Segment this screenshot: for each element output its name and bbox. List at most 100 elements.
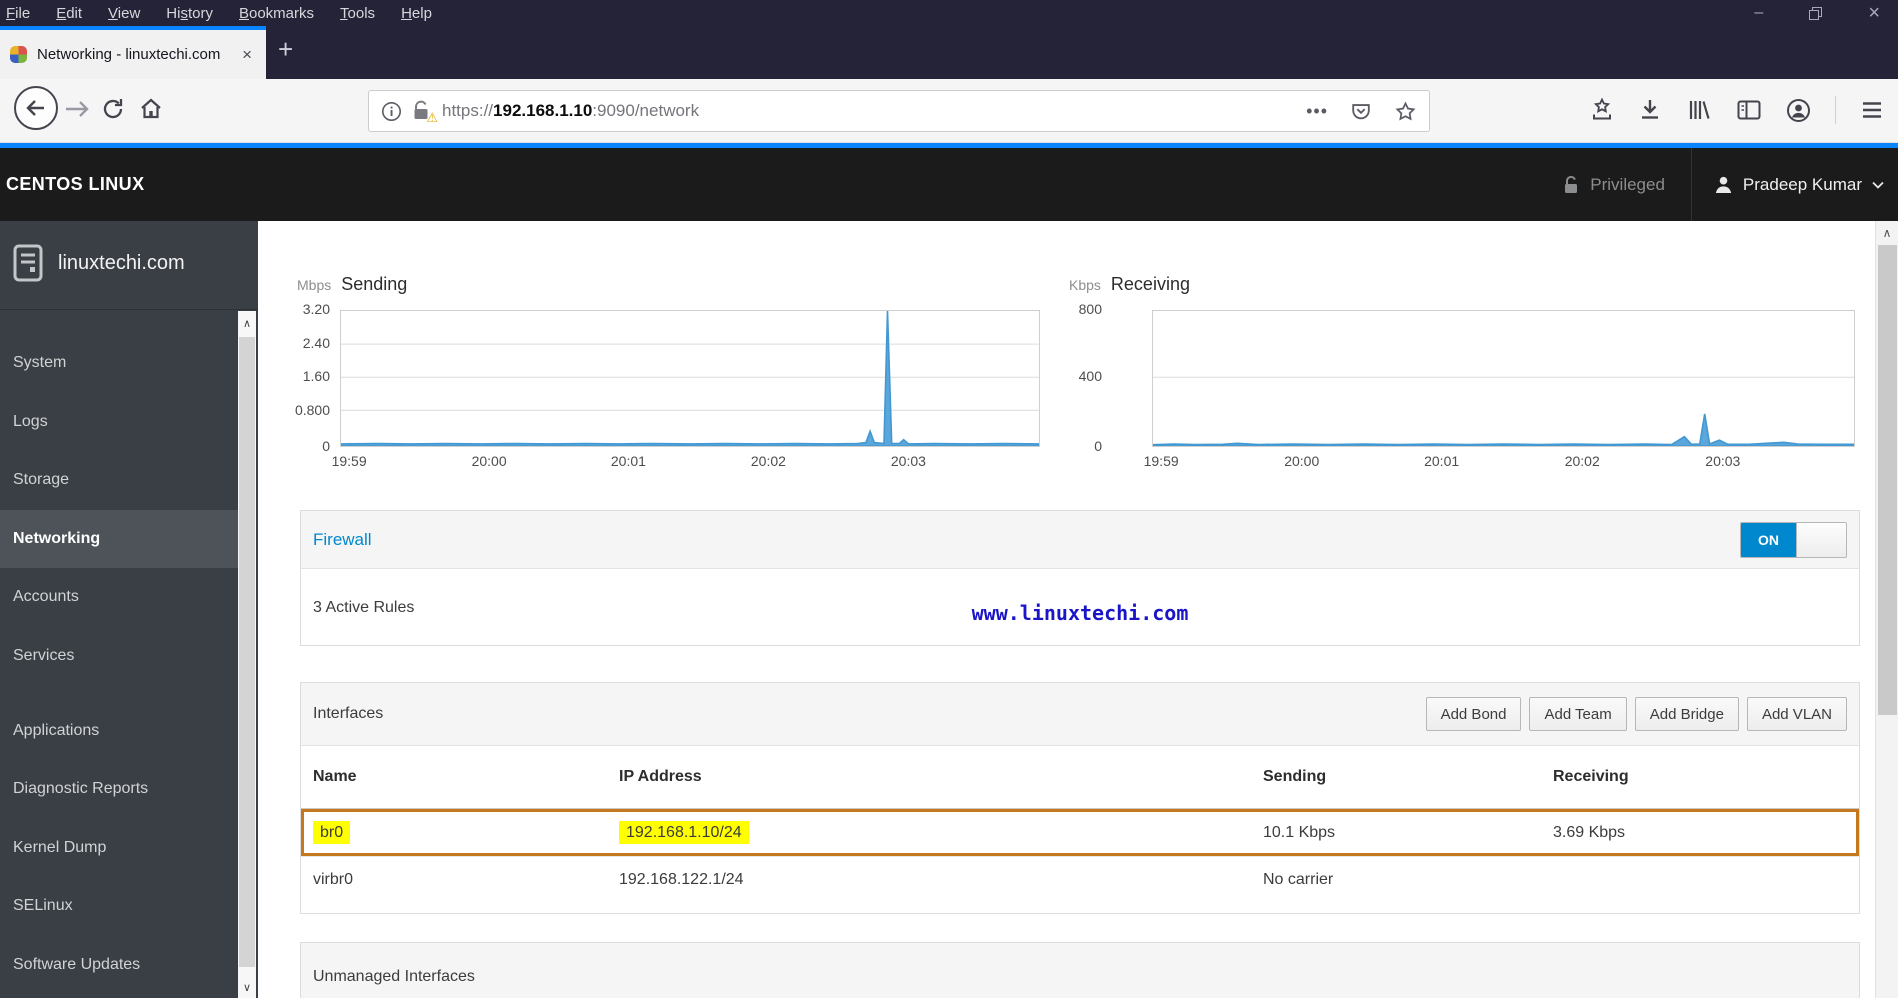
back-button[interactable] (14, 86, 58, 130)
site-watermark: www.linuxtechi.com (971, 601, 1189, 625)
sidebar-item-networking[interactable]: Networking (0, 510, 238, 568)
menu-tools[interactable]: Tools (340, 5, 375, 22)
menu-edit[interactable]: Edit (56, 5, 82, 22)
window-controls: – × (1754, 3, 1898, 23)
insecure-lock-icon[interactable]: ⚠ (412, 100, 438, 126)
col-ip-address: IP Address (619, 768, 702, 785)
browser-tab-networking[interactable]: Networking - linuxtechi.com × (0, 26, 266, 79)
br0-sending: 10.1 Kbps (1263, 823, 1336, 841)
br0-ip-highlighted: 192.168.1.10/24 (619, 820, 749, 844)
cockpit-header: CENTOS LINUX Privileged Pradeep Kumar (0, 148, 1898, 221)
unmanaged-interfaces-card: Unmanaged Interfaces (300, 942, 1860, 998)
sidebar-scrollbar[interactable]: ∧ ∨ (238, 311, 256, 998)
col-name: Name (313, 768, 357, 785)
interfaces-table-header: Name IP Address Sending Receiving (301, 746, 1859, 809)
home-button[interactable] (138, 96, 164, 122)
account-icon[interactable] (1786, 98, 1811, 123)
network-page: Mbps Sending 3.20 2.40 1.60 0.800 0 19:59 20:… (258, 221, 1875, 998)
sidebar: linuxtechi.com System Logs Storage Netwo… (0, 221, 258, 998)
scroll-up-icon[interactable]: ∧ (238, 317, 256, 330)
sending-chart-title: Mbps Sending (297, 274, 408, 294)
menu-help[interactable]: Help (401, 5, 432, 22)
firewall-link[interactable]: Firewall (313, 530, 372, 550)
browser-menubar: File Edit View History Bookmarks Tools H… (0, 5, 432, 22)
url-text: https://192.168.1.10:9090/network (442, 101, 700, 120)
pocket-icon[interactable] (1350, 100, 1372, 122)
sidebar-item-software-updates[interactable]: Software Updates (0, 936, 238, 994)
scroll-down-icon[interactable]: ∨ (238, 981, 256, 994)
forward-button[interactable] (64, 96, 90, 122)
downloads-icon[interactable] (1638, 97, 1662, 123)
window-close-button[interactable]: × (1868, 3, 1880, 23)
interface-row-virbr0[interactable]: virbr0 192.168.122.1/24 No carrier (301, 856, 1859, 903)
menu-view[interactable]: View (108, 5, 140, 22)
sidebar-scrollbar-thumb[interactable] (239, 337, 255, 967)
add-bridge-button[interactable]: Add Bridge (1634, 697, 1739, 731)
interfaces-title: Interfaces (313, 705, 384, 722)
sidebar-item-diagnostic-reports[interactable]: Diagnostic Reports (0, 760, 238, 818)
window-minimize-button[interactable]: – (1754, 5, 1763, 21)
site-info-icon[interactable] (381, 101, 402, 122)
unmanaged-interfaces-title: Unmanaged Interfaces (313, 967, 475, 985)
user-menu[interactable]: Pradeep Kumar (1692, 175, 1898, 195)
tab-title: Networking - linuxtechi.com (37, 46, 221, 63)
sidebar-divider (0, 309, 258, 310)
firewall-card-header: Firewall ON (301, 511, 1859, 569)
sidebar-item-logs[interactable]: Logs (0, 393, 238, 451)
sending-x-axis: 19:59 20:00 20:01 20:02 20:03 (331, 453, 926, 469)
content-scrollbar[interactable]: ∧ (1875, 221, 1898, 998)
add-bond-button[interactable]: Add Bond (1425, 697, 1522, 731)
window-restore-button[interactable] (1809, 6, 1823, 20)
virbr0-name: virbr0 (313, 871, 354, 888)
menu-file[interactable]: File (6, 5, 30, 22)
server-icon (13, 244, 43, 282)
url-bar[interactable]: ⚠ https://192.168.1.10:9090/network ••• (368, 90, 1430, 132)
menu-bookmarks[interactable]: Bookmarks (239, 5, 314, 22)
cockpit-favicon (10, 46, 27, 63)
receiving-unit-label: Kbps (1069, 277, 1101, 293)
add-vlan-button[interactable]: Add VLAN (1746, 697, 1847, 731)
library-icon[interactable] (1686, 97, 1712, 123)
sending-chart (340, 310, 1040, 447)
col-receiving: Receiving (1553, 768, 1629, 785)
page-actions-icon[interactable]: ••• (1306, 101, 1328, 122)
firewall-toggle[interactable]: ON (1740, 521, 1847, 558)
bookmarks-toolbar-icon[interactable] (1590, 97, 1614, 123)
toggle-knob (1796, 522, 1846, 557)
hostname-label: linuxtechi.com (58, 251, 185, 274)
reload-button[interactable] (100, 96, 126, 122)
receiving-y-axis: 800 400 0 (1078, 301, 1102, 454)
interfaces-card: Interfaces Add Bond Add Team Add Bridge … (300, 682, 1860, 914)
receiving-chart-title: Kbps Receiving (1069, 274, 1190, 294)
browser-titlebar: File Edit View History Bookmarks Tools H… (0, 0, 1898, 26)
firewall-card-body: 3 Active Rules www.linuxtechi.com (301, 569, 1859, 646)
chevron-down-icon (1872, 181, 1884, 189)
new-tab-button[interactable]: + (278, 36, 293, 62)
add-team-button[interactable]: Add Team (1529, 697, 1627, 731)
sidebar-item-applications[interactable]: Applications (0, 702, 238, 760)
bookmark-star-icon[interactable] (1394, 100, 1417, 123)
sidebar-item-selinux[interactable]: SELinux (0, 877, 238, 935)
scroll-up-icon[interactable]: ∧ (1876, 226, 1898, 240)
menu-history[interactable]: History (166, 5, 213, 22)
browser-navbar: ⚠ https://192.168.1.10:9090/network ••• (0, 79, 1898, 143)
tab-close-icon[interactable]: × (238, 45, 256, 65)
sidebar-item-kernel-dump[interactable]: Kernel Dump (0, 819, 238, 877)
sidebar-item-services[interactable]: Services (0, 627, 238, 685)
sidebar-toggle-icon[interactable] (1736, 98, 1762, 122)
privileged-indicator[interactable]: Privileged (1536, 175, 1691, 195)
virbr0-sending: No carrier (1263, 871, 1334, 888)
sending-y-axis: 3.20 2.40 1.60 0.800 0 (294, 301, 330, 454)
sidebar-item-system[interactable]: System (0, 334, 238, 392)
hamburger-menu-icon[interactable] (1860, 99, 1884, 121)
user-icon (1715, 176, 1732, 194)
content-scrollbar-thumb[interactable] (1878, 245, 1897, 715)
toggle-on-label: ON (1741, 522, 1796, 557)
browser-tabbar: Networking - linuxtechi.com × + (0, 26, 1898, 79)
application-window: File Edit View History Bookmarks Tools H… (0, 0, 1898, 998)
warning-triangle-icon: ⚠ (426, 111, 438, 126)
sidebar-item-storage[interactable]: Storage (0, 451, 238, 509)
col-sending: Sending (1263, 768, 1327, 785)
interface-row-br0[interactable]: br0 192.168.1.10/24 10.1 Kbps 3.69 Kbps (301, 809, 1859, 856)
sidebar-item-accounts[interactable]: Accounts (0, 568, 238, 626)
